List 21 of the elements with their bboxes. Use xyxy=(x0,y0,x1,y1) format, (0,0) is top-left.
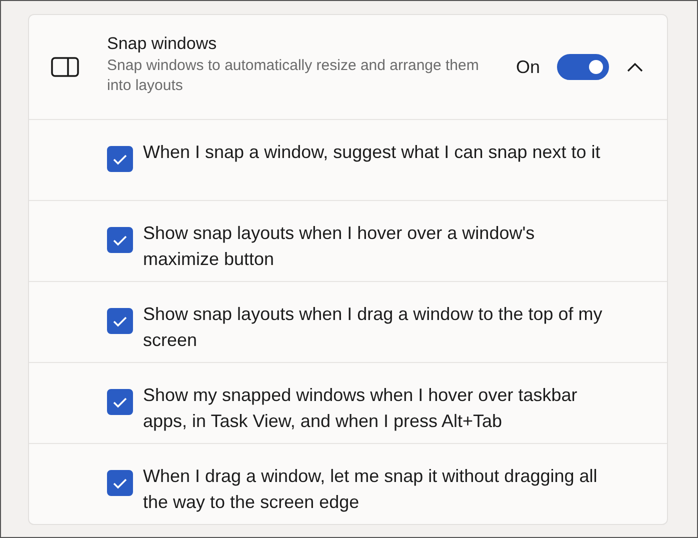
checkbox[interactable] xyxy=(107,227,133,253)
option-label: Show my snapped windows when I hover over taskbar apps, in Task View, and when I press Alt+Tab xyxy=(143,384,578,433)
option-label: Show snap layouts when I hover over a window's maximize button xyxy=(143,222,536,271)
setting-description: Snap windows to automatically resize and arrange them into layouts xyxy=(107,56,480,96)
checkbox[interactable] xyxy=(107,389,133,415)
option-label: Show snap layouts when I drag a window to the top of my screen xyxy=(143,303,604,352)
option-label: When I drag a window, let me snap it without dragging all the way to the screen edge xyxy=(143,465,598,514)
checkbox[interactable] xyxy=(107,308,133,334)
check-icon xyxy=(113,316,127,326)
check-icon xyxy=(113,234,127,246)
check-icon xyxy=(113,154,127,164)
checkbox[interactable] xyxy=(107,146,133,172)
check-icon xyxy=(113,396,127,408)
toggle-switch[interactable] xyxy=(557,54,609,80)
setting-title: Snap windows xyxy=(107,34,218,54)
option-label: When I snap a window, suggest what I can snap next to it xyxy=(143,141,602,164)
check-icon xyxy=(113,478,127,488)
chevron-icon[interactable] xyxy=(627,62,643,72)
checkbox[interactable] xyxy=(107,470,133,496)
toggle-state-label: On xyxy=(516,56,540,78)
snap-window-icon xyxy=(51,57,79,77)
